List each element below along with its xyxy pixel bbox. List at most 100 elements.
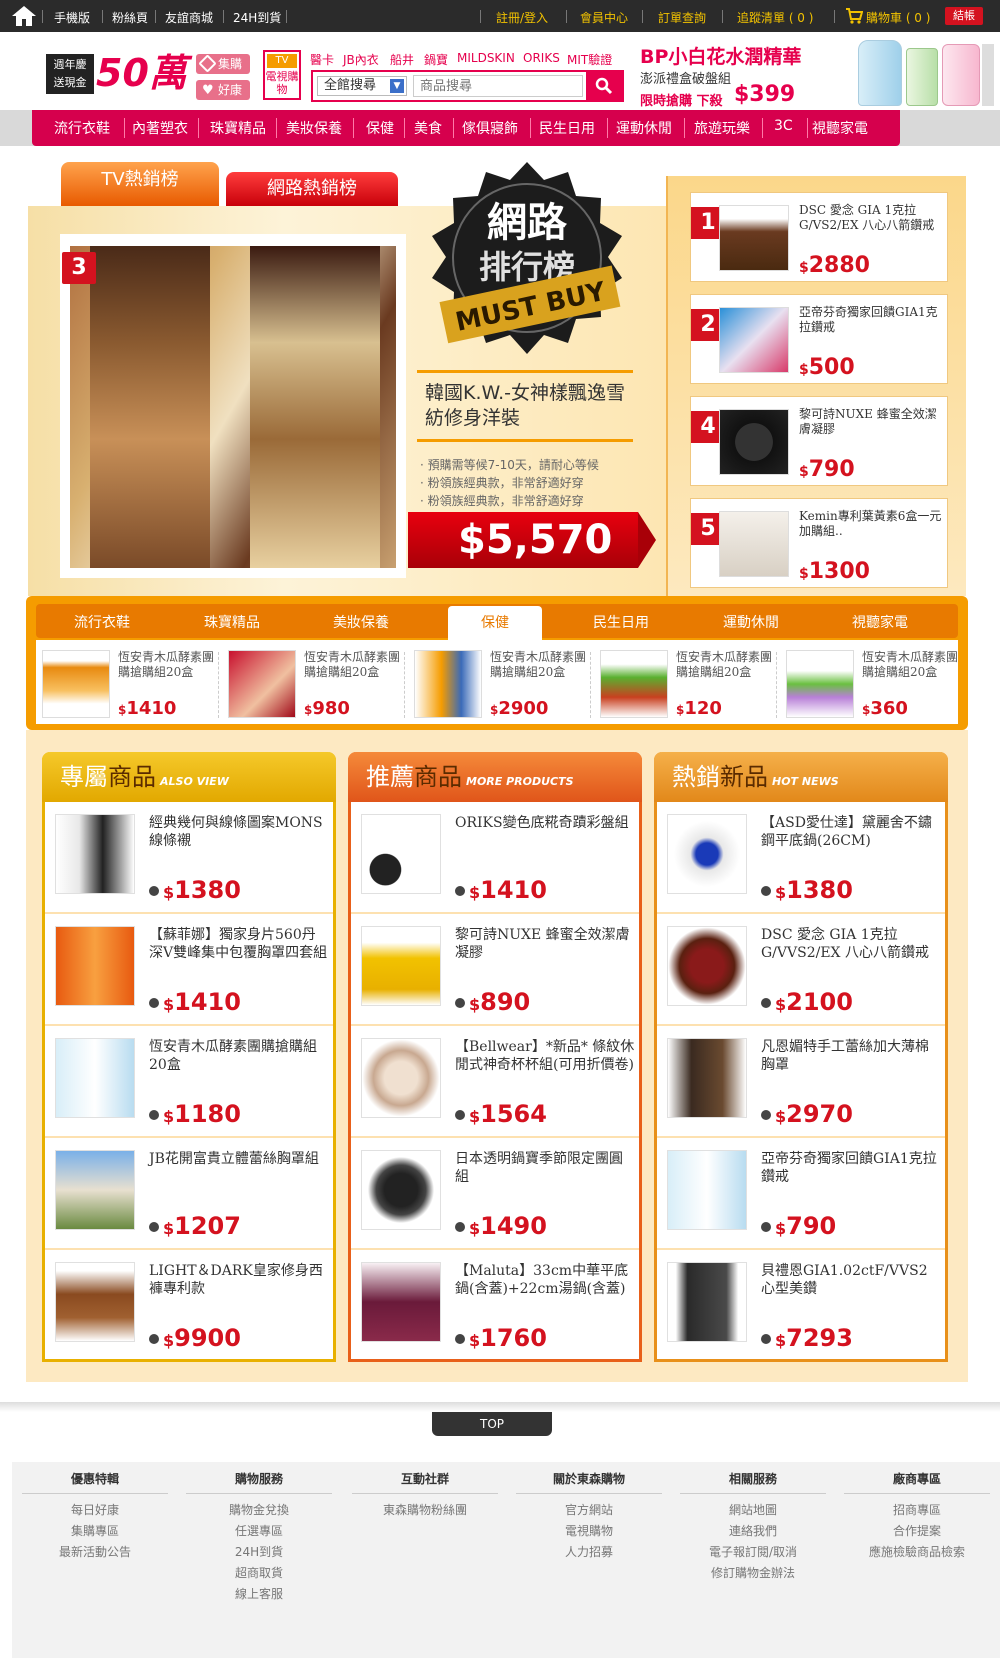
- order-query-link[interactable]: 訂單查詢: [658, 9, 706, 26]
- footer-link[interactable]: 招商專區: [844, 1500, 990, 1521]
- footer-link[interactable]: 應施檢驗商品檢索: [844, 1542, 990, 1563]
- group-buy-button[interactable]: 集購: [196, 54, 250, 74]
- list-item[interactable]: JB花開富貴立體蕾絲胸罩組 $1207: [45, 1138, 333, 1250]
- 24h-delivery-link[interactable]: 24H到貨: [233, 9, 281, 26]
- footer-link[interactable]: 連絡我們: [680, 1521, 826, 1542]
- rank-card[interactable]: 5 Kemin專利葉黃素6盒一元加購組.. $1300: [690, 498, 948, 588]
- rank-card[interactable]: 2 亞帝芬奇獨家回饋GIA1克拉鑽戒 $500: [690, 294, 948, 384]
- nav-item-fashion[interactable]: 流行衣鞋: [54, 118, 110, 138]
- category-item[interactable]: 恆安青木瓜酵素團購搶購組20盒 $360: [782, 650, 960, 720]
- list-item[interactable]: DSC 愛念 GIA 1克拉G/VVS2/EX 八心八箭鑽戒 $2100: [657, 914, 945, 1026]
- tab-net-bestsellers[interactable]: 網路熱銷榜: [226, 172, 398, 206]
- promo-banner[interactable]: BP小白花水潤精華 澎派禮盒破盤組 限時搶購 下殺 $399: [636, 38, 998, 110]
- hot-link-4[interactable]: 鍋寶: [424, 51, 448, 68]
- category-item[interactable]: 恆安青木瓜酵素團購搶購組20盒 $2900: [410, 650, 588, 720]
- footer-link[interactable]: 修訂購物金辦法: [680, 1563, 826, 1584]
- nav-item-jewelry[interactable]: 珠寶精品: [210, 118, 266, 138]
- category-item[interactable]: 恆安青木瓜酵素團購搶購組20盒 $1410: [38, 650, 216, 720]
- rank-card[interactable]: 1 DSC 愛念 GIA 1克拉G/VS2/EX 八心八箭鑽戒 $2880: [690, 192, 948, 282]
- nav-item-av[interactable]: 視聽家電: [812, 118, 868, 138]
- list-item[interactable]: 凡恩媚特手工蕾絲加大薄棉胸罩 $2970: [657, 1026, 945, 1138]
- hot-link-3[interactable]: 船井: [390, 51, 414, 68]
- nav-item-3c[interactable]: 3C: [774, 118, 793, 134]
- hot-link-5[interactable]: MILDSKIN: [457, 51, 515, 65]
- partner-mall-link[interactable]: 友誼商城: [165, 9, 213, 26]
- footer-link[interactable]: 每日好康: [22, 1500, 168, 1521]
- banner-scroll[interactable]: [982, 44, 994, 106]
- hot-link-1[interactable]: 醫卡: [310, 51, 334, 68]
- list-item[interactable]: 【ASD愛仕達】黛麗舍不鏽鋼平底鍋(26CM) $1380: [657, 802, 945, 914]
- list-item[interactable]: 貝禮恩GIA1.02ctF/VVS2心型美鑽 $7293: [657, 1250, 945, 1362]
- home-icon[interactable]: [10, 4, 38, 28]
- nav-item-health[interactable]: 保健: [366, 118, 394, 138]
- nav-item-beauty[interactable]: 美妝保養: [286, 118, 342, 138]
- footer-link[interactable]: 24H到貨: [186, 1542, 332, 1563]
- search-button[interactable]: [586, 72, 622, 100]
- list-item[interactable]: LIGHT＆DARK皇家修身西褲專利款 $9900: [45, 1250, 333, 1362]
- search-scope-select[interactable]: 全館搜尋 ▼: [317, 76, 407, 96]
- footer-link[interactable]: 集購專區: [22, 1521, 168, 1542]
- footer-link[interactable]: 東森購物粉絲團: [352, 1500, 498, 1521]
- nav-item-daily[interactable]: 民生日用: [539, 118, 595, 138]
- cat-tab-jewelry[interactable]: 珠寶精品: [204, 612, 260, 632]
- list-item[interactable]: 【Maluta】33cm中華平底鍋(含蓋)+22cm湯鍋(含蓋) $1760: [351, 1250, 639, 1362]
- category-item[interactable]: 恆安青木瓜酵素團購搶購組20盒 $980: [224, 650, 402, 720]
- list-item[interactable]: 恆安青木瓜酵素團購搶購組20盒 $1180: [45, 1026, 333, 1138]
- hot-link-2[interactable]: JB內衣: [343, 51, 379, 68]
- list-item[interactable]: 亞帝芬奇獨家回饋GIA1克拉鑽戒 $790: [657, 1138, 945, 1250]
- list-item[interactable]: ORIKS變色底糀奇蹟彩盤組 $1410: [351, 802, 639, 914]
- featured-price: $5,570: [408, 512, 656, 568]
- login-link[interactable]: 註冊/登入: [496, 9, 548, 26]
- footer-link[interactable]: 購物金兌換: [186, 1500, 332, 1521]
- featured-product-image[interactable]: [60, 234, 406, 578]
- nav-item-lingerie[interactable]: 內著塑衣: [132, 118, 188, 138]
- footer-link[interactable]: 線上客服: [186, 1584, 332, 1605]
- cat-tab-fashion[interactable]: 流行衣鞋: [74, 612, 130, 632]
- price-value: 790: [808, 457, 855, 482]
- nav-item-furniture[interactable]: 傢俱寢飾: [462, 118, 518, 138]
- tv-shopping-button[interactable]: TV 電視購物: [263, 50, 301, 100]
- footer-link[interactable]: 人力招募: [516, 1542, 662, 1563]
- footer-link[interactable]: 超商取貨: [186, 1563, 332, 1584]
- cat-tab-health[interactable]: 保健: [448, 606, 542, 640]
- hot-link-7[interactable]: MIT驗證: [567, 51, 612, 68]
- footer-link[interactable]: 任選專區: [186, 1521, 332, 1542]
- cart-link[interactable]: 購物車 ( 0 ): [866, 9, 930, 26]
- cat-tab-beauty[interactable]: 美妝保養: [333, 612, 389, 632]
- featured-product-title[interactable]: 韓國K.W.-女神樣飄逸雪紡修身洋裝: [417, 370, 633, 442]
- cat-tab-daily[interactable]: 民生日用: [593, 612, 649, 632]
- checkout-button[interactable]: 結帳: [945, 7, 983, 25]
- list-item[interactable]: 【蘇菲娜】獨家身片560丹深V雙峰集中包覆胸罩四套組 $1410: [45, 914, 333, 1026]
- nav-item-travel[interactable]: 旅遊玩樂: [694, 118, 750, 138]
- list-item[interactable]: 日本透明鍋寶季節限定團圓組 $1490: [351, 1138, 639, 1250]
- search-input[interactable]: [413, 75, 583, 97]
- nav-item-sports[interactable]: 運動休閒: [616, 118, 672, 138]
- cat-tab-av[interactable]: 視聽家電: [852, 612, 908, 632]
- list-item[interactable]: 【Bellwear】*新品* 條紋休閒式神奇杯杯組(可用折價卷) $1564: [351, 1026, 639, 1138]
- footer-link[interactable]: 電視購物: [516, 1521, 662, 1542]
- back-to-top-button[interactable]: TOP: [432, 1412, 552, 1436]
- deals-button[interactable]: ♥ 好康: [196, 80, 250, 100]
- member-center-link[interactable]: 會員中心: [580, 9, 628, 26]
- rank-card[interactable]: 4 黎可詩NUXE 蜂蜜全效潔膚凝膠 $790: [690, 396, 948, 486]
- hot-link-6[interactable]: ORIKS: [523, 51, 560, 65]
- anniversary-logo[interactable]: 週年慶 送現金 50萬: [46, 50, 187, 98]
- fanpage-link[interactable]: 粉絲頁: [112, 9, 148, 26]
- footer-link[interactable]: 網站地圖: [680, 1500, 826, 1521]
- footer-link[interactable]: 合作提案: [844, 1521, 990, 1542]
- product-price: $2100: [761, 988, 853, 1016]
- cat-tab-sports[interactable]: 運動休閒: [723, 612, 779, 632]
- category-item[interactable]: 恆安青木瓜酵素團購搶購組20盒 $120: [596, 650, 774, 720]
- tab-tv-bestsellers[interactable]: TV熱銷榜: [61, 162, 219, 206]
- footer-col-title: 關於東森購物: [516, 1470, 662, 1494]
- list-item[interactable]: 經典幾何與線條圖案MONS線條襯 $1380: [45, 802, 333, 914]
- nav-item-food[interactable]: 美食: [414, 118, 442, 138]
- section-title-a: 推薦: [366, 763, 414, 791]
- footer-link[interactable]: 最新活動公告: [22, 1542, 168, 1563]
- footer-link[interactable]: 官方網站: [516, 1500, 662, 1521]
- wishlist-link[interactable]: 追蹤清單 ( 0 ): [737, 9, 813, 26]
- footer-link[interactable]: 電子報訂閱/取消: [680, 1542, 826, 1563]
- mobile-link[interactable]: 手機版: [54, 9, 90, 26]
- watch-image: [719, 409, 789, 475]
- list-item[interactable]: 黎可詩NUXE 蜂蜜全效潔膚凝膠 $890: [351, 914, 639, 1026]
